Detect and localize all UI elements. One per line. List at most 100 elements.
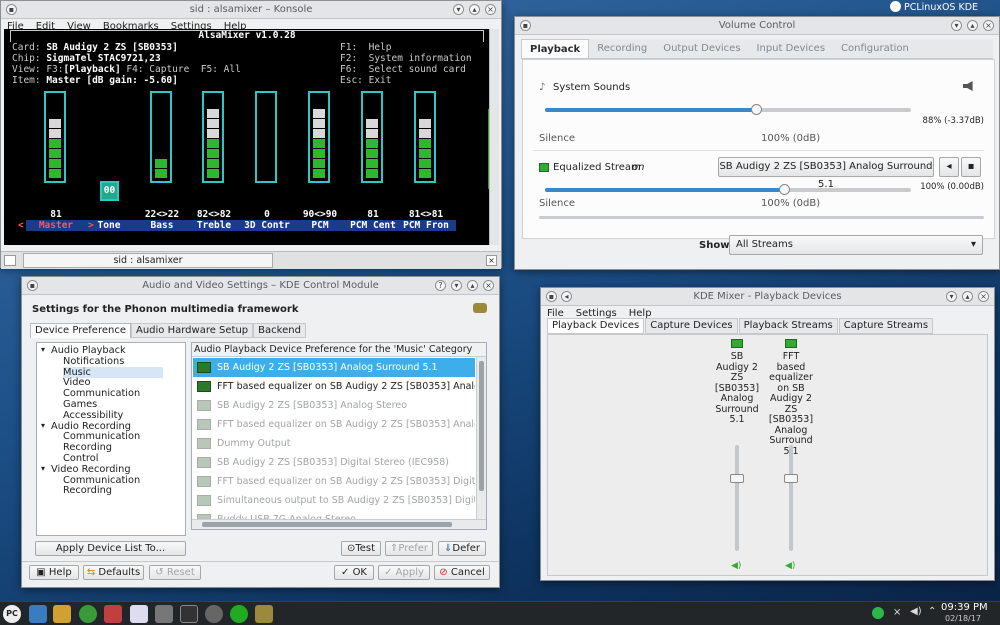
close-icon[interactable]: × bbox=[978, 291, 989, 302]
close-tab-icon[interactable]: × bbox=[486, 255, 497, 266]
volume-slider[interactable] bbox=[730, 445, 744, 551]
apply-device-list-button[interactable]: Apply Device List To... bbox=[35, 541, 186, 556]
defaults-button[interactable]: ⇆ Defaults bbox=[83, 565, 144, 580]
device-item[interactable]: FFT based equalizer on SB Audigy 2 ZS [S… bbox=[193, 377, 475, 396]
channel-meter[interactable] bbox=[150, 91, 172, 183]
speaker-icon[interactable]: ◂ bbox=[561, 291, 572, 302]
channel-label[interactable]: Bass bbox=[132, 220, 192, 231]
device-list[interactable]: Audio Playback Device Preference for the… bbox=[191, 342, 487, 530]
window-menu-icon[interactable]: ▪ bbox=[27, 280, 38, 291]
cancel-button[interactable]: ⊘ Cancel bbox=[434, 565, 490, 580]
tab-backend[interactable]: Backend bbox=[253, 323, 306, 338]
channel-label[interactable]: 3D Contr bbox=[237, 220, 297, 231]
device-item[interactable]: Dummy Output bbox=[193, 434, 475, 453]
mute-icon[interactable] bbox=[963, 81, 973, 91]
expand-icon[interactable]: ▾ bbox=[41, 421, 45, 430]
volume-tray-icon[interactable]: ◀) bbox=[910, 606, 922, 617]
list-scrollbar[interactable] bbox=[476, 357, 486, 519]
tree-item[interactable]: Control bbox=[63, 453, 98, 464]
show-desktop-icon[interactable] bbox=[29, 605, 47, 623]
channel-meter[interactable] bbox=[308, 91, 330, 183]
volume-titlebar[interactable]: ▪ Volume Control ▾ ▴ × bbox=[515, 17, 999, 35]
tray-expand-icon[interactable]: ⌃ bbox=[928, 606, 936, 617]
tab-input-devices[interactable]: Input Devices bbox=[749, 39, 833, 58]
channel-meter[interactable] bbox=[414, 91, 436, 183]
prefer-button[interactable]: ⇑Prefer bbox=[385, 541, 433, 556]
slider-knob[interactable] bbox=[784, 474, 798, 484]
reset-button[interactable]: ↺ Reset bbox=[149, 565, 201, 580]
minimize-icon[interactable]: ▾ bbox=[951, 20, 962, 31]
tools-icon[interactable] bbox=[53, 605, 71, 623]
browser-icon[interactable] bbox=[79, 605, 97, 623]
tab-playback-devices[interactable]: Playback Devices bbox=[547, 318, 645, 334]
output-device-button[interactable]: SB Audigy 2 ZS [SB0353] Analog Surround … bbox=[718, 157, 934, 190]
channel-label[interactable]: Treble bbox=[184, 220, 244, 231]
device-item[interactable]: SB Audigy 2 ZS [SB0353] Digital Stereo (… bbox=[193, 453, 475, 472]
tab-capture-streams[interactable]: Capture Streams bbox=[838, 318, 934, 334]
tree-item[interactable]: Communication bbox=[63, 388, 140, 399]
tree-item[interactable]: Communication bbox=[63, 475, 140, 486]
tree-item[interactable]: Notifications bbox=[63, 356, 124, 367]
konsole-scrollbar[interactable] bbox=[489, 29, 499, 245]
office-icon[interactable] bbox=[130, 605, 148, 623]
file-manager-icon[interactable] bbox=[155, 605, 173, 623]
tree-item[interactable]: ▾ Audio Recording bbox=[41, 421, 131, 432]
slider-knob[interactable] bbox=[730, 474, 744, 484]
konsole-titlebar[interactable]: ▪ sid : alsamixer – Konsole ▾ ▴ × bbox=[1, 1, 501, 19]
device-item[interactable]: Simultaneous output to SB Audigy 2 ZS [S… bbox=[193, 491, 475, 510]
tree-item[interactable]: Recording bbox=[63, 442, 112, 453]
terminal-area[interactable]: AlsaMixer v1.0.28 Card: SB Audigy 2 ZS [… bbox=[4, 29, 490, 245]
channel-label[interactable]: PCM Fron bbox=[396, 220, 456, 231]
maximize-icon[interactable]: ▴ bbox=[962, 291, 973, 302]
window-menu-icon[interactable]: ▪ bbox=[546, 291, 557, 302]
tab-device-preference[interactable]: Device Preference bbox=[30, 323, 131, 338]
device-item[interactable]: SB Audigy 2 ZS [SB0353] Analog Surround … bbox=[193, 358, 475, 377]
apply-button[interactable]: ✓ Apply bbox=[378, 565, 430, 580]
terminal-icon[interactable] bbox=[180, 605, 198, 623]
expand-icon[interactable]: ▾ bbox=[41, 345, 45, 354]
tab-output-devices[interactable]: Output Devices bbox=[655, 39, 748, 58]
device-item[interactable]: FFT based equalizer on SB Audigy 2 ZS [S… bbox=[193, 472, 475, 491]
close-icon[interactable]: × bbox=[483, 280, 494, 291]
channel-meter[interactable] bbox=[44, 91, 66, 183]
list-hscrollbar[interactable] bbox=[192, 519, 486, 529]
minimize-icon[interactable]: ▾ bbox=[451, 280, 462, 291]
close-icon[interactable]: × bbox=[983, 20, 994, 31]
show-select[interactable]: All Streams ▾ bbox=[729, 235, 983, 255]
test-button[interactable]: ⊙Test bbox=[341, 541, 381, 556]
speaker-icon[interactable]: ◀) bbox=[731, 561, 741, 571]
maximize-icon[interactable]: ▴ bbox=[469, 4, 480, 15]
slider-knob[interactable] bbox=[750, 104, 762, 115]
expand-icon[interactable]: ▾ bbox=[41, 464, 45, 473]
volume-slider[interactable] bbox=[545, 104, 911, 115]
channel-label[interactable]: PCM Cent bbox=[343, 220, 403, 231]
stream-menu-icon[interactable]: ▪ bbox=[961, 157, 981, 177]
volume-slider[interactable] bbox=[545, 184, 911, 195]
tree-item[interactable]: Accessibility bbox=[63, 410, 123, 421]
tree-item[interactable]: Games bbox=[63, 399, 97, 410]
start-menu-icon[interactable]: PC bbox=[3, 605, 21, 623]
channel-meter[interactable] bbox=[255, 91, 277, 183]
channel-meter[interactable] bbox=[202, 91, 224, 183]
maximize-icon[interactable]: ▴ bbox=[467, 280, 478, 291]
new-tab-icon[interactable] bbox=[4, 255, 16, 266]
horizontal-scrollbar[interactable] bbox=[539, 216, 984, 219]
slider-knob[interactable] bbox=[779, 184, 791, 195]
window-menu-icon[interactable]: ▪ bbox=[6, 4, 17, 15]
channel-label[interactable]: Master bbox=[26, 220, 86, 231]
tree-item[interactable]: Video bbox=[63, 377, 90, 388]
channel-label[interactable]: PCM bbox=[290, 220, 350, 231]
updates-icon[interactable] bbox=[872, 607, 884, 619]
network-icon[interactable]: ⨯ bbox=[893, 607, 901, 618]
tree-item[interactable]: ▾ Video Recording bbox=[41, 464, 131, 475]
window-menu-icon[interactable]: ▪ bbox=[520, 20, 531, 31]
channel-meter[interactable] bbox=[361, 91, 383, 183]
tab-configuration[interactable]: Configuration bbox=[833, 39, 917, 58]
settings-icon[interactable] bbox=[205, 605, 223, 623]
tab-recording[interactable]: Recording bbox=[589, 39, 655, 58]
media-icon[interactable] bbox=[230, 605, 248, 623]
device-item[interactable]: SB Audigy 2 ZS [SB0353] Analog Stereo bbox=[193, 396, 475, 415]
tree-item[interactable]: Recording bbox=[63, 485, 112, 496]
konsole-tab[interactable]: sid : alsamixer bbox=[23, 253, 273, 268]
phonon-icon[interactable] bbox=[255, 605, 273, 623]
